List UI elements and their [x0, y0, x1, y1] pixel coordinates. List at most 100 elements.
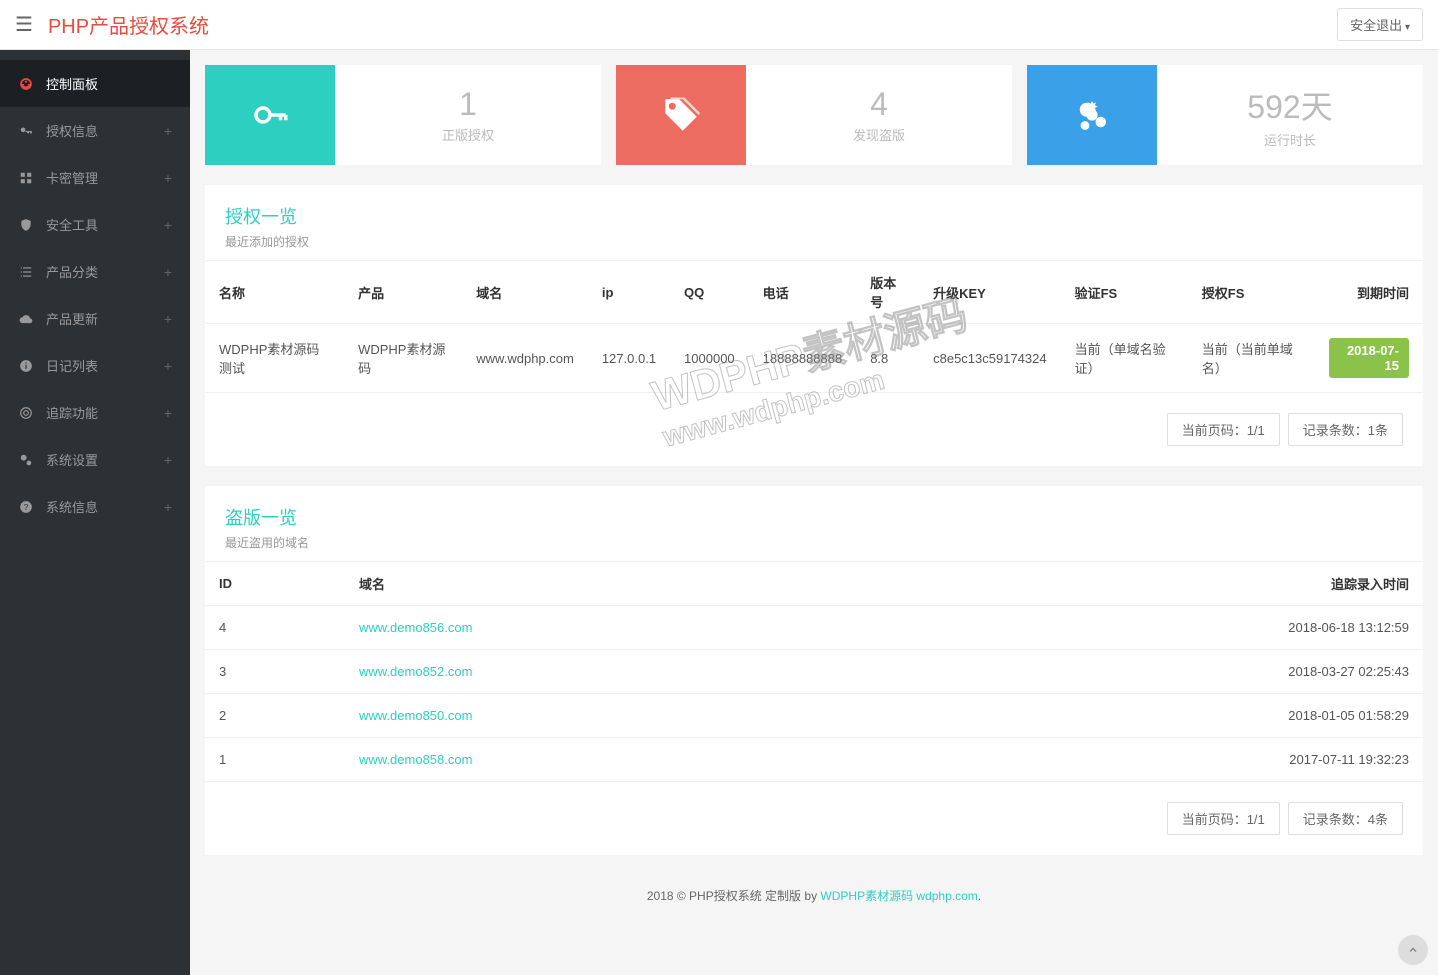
cell-phone: 18888888888 [749, 324, 857, 393]
table-row: WDPHP素材源码测试 WDPHP素材源码 www.wdphp.com 127.… [205, 324, 1423, 393]
col-product: 产品 [344, 261, 462, 324]
logout-button[interactable]: 安全退出 [1337, 8, 1423, 41]
cell-id: 4 [205, 606, 345, 650]
cell-time: 2018-03-27 02:25:43 [871, 650, 1424, 694]
footer-period: . [978, 889, 981, 903]
domain-link[interactable]: www.demo858.com [359, 752, 472, 767]
brand-suffix: 产品授权系统 [89, 16, 209, 38]
col-domain: 域名 [345, 562, 871, 606]
question-icon: ? [18, 499, 34, 515]
table-row: 4 www.demo856.com 2018-06-18 13:12:59 [205, 606, 1423, 650]
cell-qq: 1000000 [670, 324, 749, 393]
cell-domain: www.demo858.com [345, 738, 871, 782]
stats-row: 1 正版授权 4 发现盗版 592天 运行时长 [205, 65, 1423, 165]
domain-link[interactable]: www.demo856.com [359, 620, 472, 635]
cell-version: 8.8 [856, 324, 919, 393]
cell-time: 2017-07-11 19:32:23 [871, 738, 1424, 782]
stat-value: 592天 [1247, 82, 1332, 128]
panel-subtitle: 最近盗用的域名 [225, 534, 1403, 551]
sidebar-item-label: 系统信息 [46, 497, 98, 516]
cell-id: 1 [205, 738, 345, 782]
cell-verify-fs: 当前（单域名验证） [1061, 324, 1188, 393]
sidebar-item-auth-info[interactable]: 授权信息 + [0, 107, 190, 154]
sidebar-item-label: 追踪功能 [46, 403, 98, 422]
col-verify-fs: 验证FS [1061, 261, 1188, 324]
plus-icon: + [164, 358, 172, 374]
plus-icon: + [164, 405, 172, 421]
plus-icon: + [164, 264, 172, 280]
footer-link-brand[interactable]: WDPHP素材源码 [820, 889, 913, 903]
stat-value: 4 [870, 86, 888, 123]
auth-panel: 授权一览 最近添加的授权 名称 产品 域名 ip QQ 电话 版本号 升级KEY… [205, 185, 1423, 466]
sidebar-item-product-category[interactable]: 产品分类 + [0, 248, 190, 295]
panel-title: 授权一览 [225, 203, 1403, 229]
stat-label: 发现盗版 [853, 125, 905, 144]
stat-card-piracy: 4 发现盗版 [616, 65, 1012, 165]
grid-icon [18, 170, 34, 186]
scroll-top-button[interactable] [1398, 935, 1428, 965]
brand-prefix: PHP [48, 16, 89, 38]
sidebar-item-label: 授权信息 [46, 121, 98, 140]
sidebar-item-system-info[interactable]: ? 系统信息 + [0, 483, 190, 530]
page-info[interactable]: 当前页码：1/1 [1167, 802, 1280, 835]
svg-text:?: ? [24, 502, 29, 511]
key-stat-icon [205, 65, 335, 165]
sidebar-item-security[interactable]: 安全工具 + [0, 201, 190, 248]
record-info[interactable]: 记录条数：1条 [1288, 413, 1403, 446]
footer-text: 2018 © PHP授权系统 定制版 by [647, 889, 821, 903]
plus-icon: + [164, 170, 172, 186]
dashboard-icon [18, 76, 34, 92]
cell-domain: www.demo850.com [345, 694, 871, 738]
sidebar-item-label: 控制面板 [46, 74, 98, 93]
cell-domain: www.wdphp.com [462, 324, 588, 393]
table-row: 1 www.demo858.com 2017-07-11 19:32:23 [205, 738, 1423, 782]
col-key: 升级KEY [919, 261, 1061, 324]
piracy-panel: 盗版一览 最近盗用的域名 ID 域名 追踪录入时间 4 www.demo856.… [205, 486, 1423, 855]
key-icon [18, 123, 34, 139]
cell-domain: www.demo856.com [345, 606, 871, 650]
cell-id: 2 [205, 694, 345, 738]
col-name: 名称 [205, 261, 344, 324]
table-header-row: 名称 产品 域名 ip QQ 电话 版本号 升级KEY 验证FS 授权FS 到期… [205, 261, 1423, 324]
gears-icon [18, 452, 34, 468]
sidebar-item-product-update[interactable]: 产品更新 + [0, 295, 190, 342]
topbar: ☰ PHP产品授权系统 安全退出 [0, 0, 1438, 50]
sidebar-item-log-list[interactable]: 日记列表 + [0, 342, 190, 389]
sidebar-item-label: 卡密管理 [46, 168, 98, 187]
col-ip: ip [588, 261, 670, 324]
cell-time: 2018-01-05 01:58:29 [871, 694, 1424, 738]
record-info[interactable]: 记录条数：4条 [1288, 802, 1403, 835]
brand-title: PHP产品授权系统 [48, 10, 209, 39]
sidebar-item-label: 日记列表 [46, 356, 98, 375]
stat-value: 1 [459, 86, 477, 123]
col-id: ID [205, 562, 345, 606]
cell-key: c8e5c13c59174324 [919, 324, 1061, 393]
panel-title: 盗版一览 [225, 504, 1403, 530]
domain-link[interactable]: www.demo850.com [359, 708, 472, 723]
page-info[interactable]: 当前页码：1/1 [1167, 413, 1280, 446]
cell-time: 2018-06-18 13:12:59 [871, 606, 1424, 650]
domain-link[interactable]: www.demo852.com [359, 664, 472, 679]
plus-icon: + [164, 452, 172, 468]
piracy-pagination: 当前页码：1/1 记录条数：4条 [205, 782, 1423, 855]
info-icon [18, 358, 34, 374]
sidebar-item-card-manage[interactable]: 卡密管理 + [0, 154, 190, 201]
plus-icon: + [164, 123, 172, 139]
sidebar-item-label: 产品分类 [46, 262, 98, 281]
sidebar: 控制面板 授权信息 + 卡密管理 + 安全工具 + [0, 50, 190, 975]
cell-product: WDPHP素材源码 [344, 324, 462, 393]
cell-id: 3 [205, 650, 345, 694]
expire-badge: 2018-07-15 [1329, 338, 1409, 378]
plus-icon: + [164, 217, 172, 233]
sidebar-item-system-settings[interactable]: 系统设置 + [0, 436, 190, 483]
sidebar-item-dashboard[interactable]: 控制面板 [0, 60, 190, 107]
auth-table: 名称 产品 域名 ip QQ 电话 版本号 升级KEY 验证FS 授权FS 到期… [205, 260, 1423, 393]
cell-ip: 127.0.0.1 [588, 324, 670, 393]
stat-label: 运行时长 [1264, 130, 1316, 149]
plus-icon: + [164, 311, 172, 327]
sidebar-item-label: 系统设置 [46, 450, 98, 469]
sidebar-item-tracking[interactable]: 追踪功能 + [0, 389, 190, 436]
menu-toggle-icon[interactable]: ☰ [15, 12, 33, 37]
cell-expire: 2018-07-15 [1315, 324, 1423, 393]
footer-link-site[interactable]: wdphp.com [916, 889, 977, 903]
